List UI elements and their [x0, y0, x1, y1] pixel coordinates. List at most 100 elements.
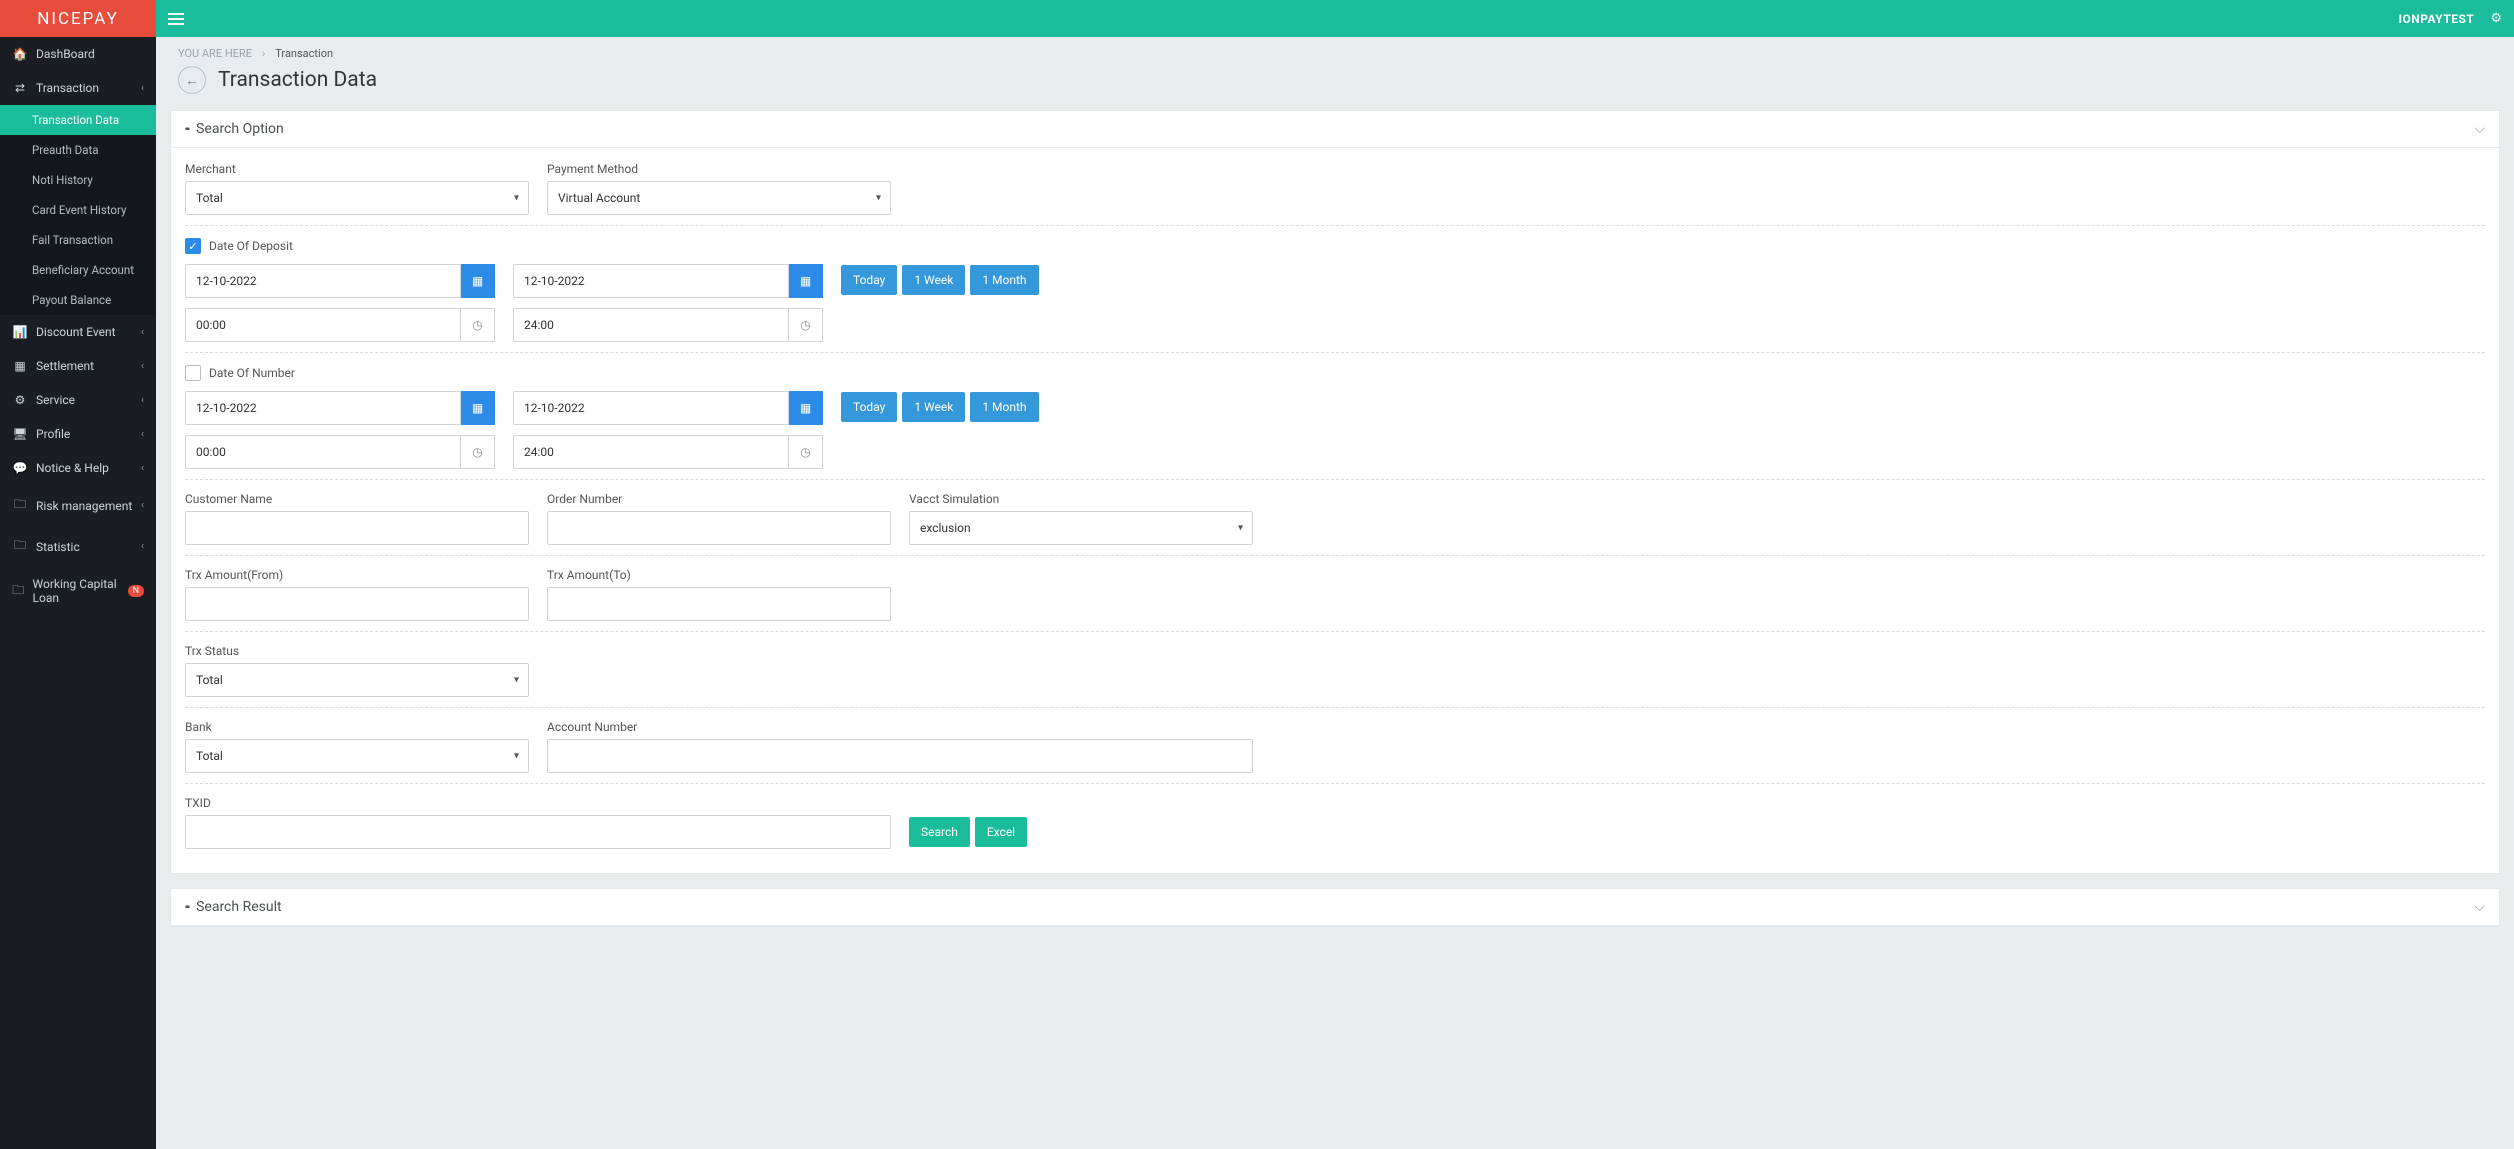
nav-dashboard[interactable]: 🏠 DashBoard [0, 37, 156, 71]
hamburger-icon [168, 18, 184, 20]
panel-title: Search Option [196, 121, 284, 137]
chevron-left-icon: ‹ [141, 541, 144, 552]
bank-select[interactable] [185, 739, 529, 773]
customer-name-label: Customer Name [185, 492, 529, 506]
folder-icon: 🗀 [12, 495, 28, 516]
nav-risk[interactable]: 🗀 Risk management ‹ [0, 485, 156, 526]
trx-amount-from-input[interactable] [185, 587, 529, 621]
calendar-icon[interactable]: ▦ [461, 391, 495, 425]
chart-icon: 📊 [12, 325, 28, 339]
account-number-label: Account Number [547, 720, 1253, 734]
calendar-icon[interactable]: ▦ [461, 264, 495, 298]
number-to-time[interactable] [513, 435, 789, 469]
chevron-left-icon: ‹ [141, 463, 144, 474]
deposit-week-button[interactable]: 1 Week [902, 265, 965, 295]
nav-sub-beneficiary[interactable]: Beneficiary Account [0, 255, 156, 285]
brand-logo[interactable]: NICEPAY [0, 0, 156, 37]
nav-statistic[interactable]: 🗀 Statistic ‹ [0, 526, 156, 567]
nav-label: Transaction Data [32, 113, 119, 127]
calendar-icon[interactable]: ▦ [789, 264, 823, 298]
trx-amount-to-input[interactable] [547, 587, 891, 621]
nav-label: Working Capital Loan [33, 577, 122, 605]
payment-method-label: Payment Method [547, 162, 891, 176]
order-number-input[interactable] [547, 511, 891, 545]
breadcrumb-current: Transaction [275, 47, 333, 60]
txid-label: TXID [185, 796, 891, 810]
number-month-button[interactable]: 1 Month [970, 392, 1038, 422]
panel-head: ▪▪ Search Option ⌵ [171, 111, 2499, 148]
gear-icon[interactable]: ⚙ [2490, 11, 2502, 26]
number-to-date[interactable] [513, 391, 789, 425]
chevron-left-icon: ‹ [141, 327, 144, 338]
calendar-icon[interactable]: ▦ [789, 391, 823, 425]
nav-service[interactable]: ⚙ Service ‹ [0, 383, 156, 417]
nav-label: Notice & Help [36, 461, 109, 475]
customer-name-input[interactable] [185, 511, 529, 545]
nav-label: Statistic [36, 540, 80, 554]
collapse-toggle[interactable]: ⌵ [2474, 899, 2485, 915]
nav-settlement[interactable]: ▦ Settlement ‹ [0, 349, 156, 383]
grid-icon: ▪▪ [185, 124, 188, 135]
nav-label: Card Event History [32, 203, 126, 217]
nav-transaction[interactable]: ⇄ Transaction ‹ [0, 71, 156, 105]
breadcrumb-label: YOU ARE HERE [178, 47, 252, 60]
date-deposit-label: Date Of Deposit [209, 239, 293, 253]
deposit-from-date[interactable] [185, 264, 461, 298]
date-number-checkbox[interactable] [185, 365, 201, 381]
breadcrumb-separator: › [262, 47, 265, 60]
user-name[interactable]: IONPAYTEST [2398, 12, 2474, 26]
arrow-left-icon: ← [185, 72, 199, 89]
nav-sub-noti-history[interactable]: Noti History [0, 165, 156, 195]
nav-notice[interactable]: 💬 Notice & Help ‹ [0, 451, 156, 485]
chevron-left-icon: ‹ [141, 83, 144, 94]
number-today-button[interactable]: Today [841, 392, 897, 422]
nav-profile[interactable]: 🖥 Profile ‹ [0, 417, 156, 451]
menu-toggle[interactable] [156, 0, 196, 37]
nav-sub-preauth[interactable]: Preauth Data [0, 135, 156, 165]
panel-body: Merchant Payment Method ✓ D [171, 148, 2499, 873]
deposit-to-date[interactable] [513, 264, 789, 298]
clock-icon[interactable]: ◷ [789, 435, 823, 469]
nav-sub-payout-balance[interactable]: Payout Balance [0, 285, 156, 315]
nav-loan[interactable]: 🗀 Working Capital Loan N [0, 567, 156, 615]
nav-discount[interactable]: 📊 Discount Event ‹ [0, 315, 156, 349]
trx-status-label: Trx Status [185, 644, 529, 658]
collapse-toggle[interactable]: ⌵ [2474, 121, 2485, 137]
badge-new: N [128, 585, 144, 597]
nav-label: Profile [36, 427, 70, 441]
search-button[interactable]: Search [909, 817, 970, 847]
folder-icon: 🗀 [12, 536, 28, 557]
nav-label: Noti History [32, 173, 93, 187]
nav-label: Risk management [36, 499, 132, 513]
trx-status-select[interactable] [185, 663, 529, 697]
number-week-button[interactable]: 1 Week [902, 392, 965, 422]
clock-icon[interactable]: ◷ [789, 308, 823, 342]
content: YOU ARE HERE › Transaction ← Transaction… [156, 37, 2514, 1149]
date-deposit-checkbox[interactable]: ✓ [185, 238, 201, 254]
number-from-date[interactable] [185, 391, 461, 425]
clock-icon[interactable]: ◷ [461, 435, 495, 469]
txid-input[interactable] [185, 815, 891, 849]
vacct-sim-select[interactable] [909, 511, 1253, 545]
nav-sub-transaction-data[interactable]: Transaction Data [0, 105, 156, 135]
date-number-label: Date Of Number [209, 366, 295, 380]
deposit-month-button[interactable]: 1 Month [970, 265, 1038, 295]
payment-method-select[interactable] [547, 181, 891, 215]
number-from-time[interactable] [185, 435, 461, 469]
back-button[interactable]: ← [178, 66, 206, 94]
deposit-today-button[interactable]: Today [841, 265, 897, 295]
page-head: ← Transaction Data [156, 60, 2514, 110]
vacct-sim-label: Vacct Simulation [909, 492, 1253, 506]
account-number-input[interactable] [547, 739, 1253, 773]
nav-sub-fail-trx[interactable]: Fail Transaction [0, 225, 156, 255]
folder-icon: 🗀 [12, 581, 25, 602]
topbar: NICEPAY IONPAYTEST ⚙ [0, 0, 2514, 37]
nav-label: Payout Balance [32, 293, 111, 307]
bank-label: Bank [185, 720, 529, 734]
merchant-select[interactable] [185, 181, 529, 215]
deposit-to-time[interactable] [513, 308, 789, 342]
excel-button[interactable]: Excel [975, 817, 1027, 847]
deposit-from-time[interactable] [185, 308, 461, 342]
clock-icon[interactable]: ◷ [461, 308, 495, 342]
nav-sub-card-event[interactable]: Card Event History [0, 195, 156, 225]
